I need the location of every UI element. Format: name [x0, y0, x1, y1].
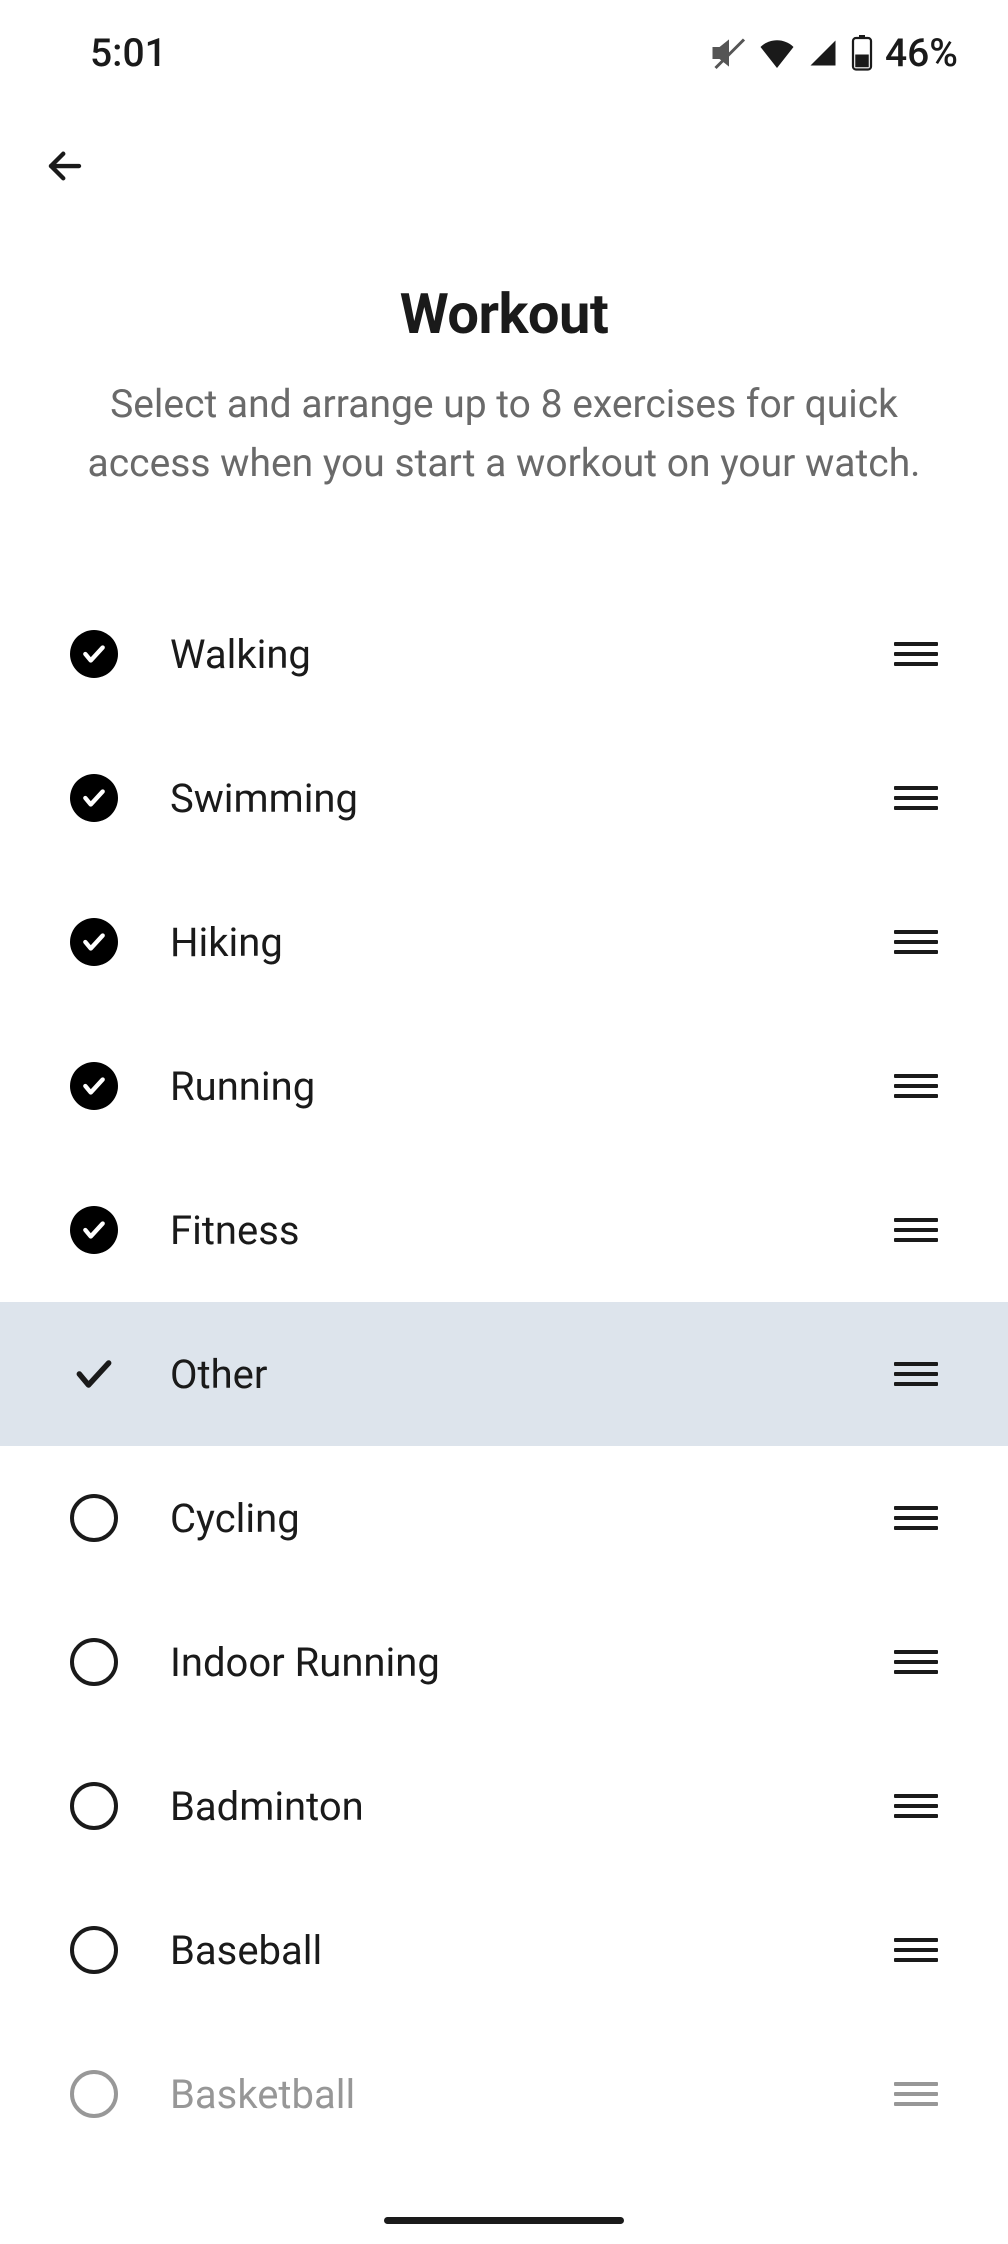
exercise-label: Fitness — [170, 1207, 894, 1254]
page-title: Workout — [70, 281, 938, 347]
exercise-checkbox[interactable] — [70, 1782, 170, 1830]
exercise-checkbox[interactable] — [70, 1350, 170, 1398]
exercise-item[interactable]: Other — [0, 1302, 1008, 1446]
drag-handle-icon[interactable] — [894, 2082, 938, 2106]
exercise-label: Other — [170, 1351, 894, 1398]
drag-handle-icon[interactable] — [894, 1506, 938, 1530]
drag-handle-icon[interactable] — [894, 1362, 938, 1386]
exercise-label: Hiking — [170, 919, 894, 966]
exercise-label: Running — [170, 1063, 894, 1110]
drag-handle-icon[interactable] — [894, 642, 938, 666]
battery-text: 46% — [885, 30, 958, 76]
exercise-checkbox[interactable] — [70, 2070, 170, 2118]
exercise-item[interactable]: Indoor Running — [0, 1590, 1008, 1734]
header: Workout Select and arrange up to 8 exerc… — [0, 211, 1008, 492]
check-circle-filled-icon — [70, 630, 118, 678]
signal-icon — [807, 38, 839, 68]
check-circle-filled-icon — [70, 1062, 118, 1110]
drag-handle-icon[interactable] — [894, 786, 938, 810]
exercise-list: Walking Swimming Hiking Running Fitness Other… — [0, 582, 1008, 2166]
home-indicator — [384, 2217, 624, 2224]
exercise-item[interactable]: Badminton — [0, 1734, 1008, 1878]
check-circle-empty-icon — [70, 1782, 118, 1830]
exercise-label: Baseball — [170, 1927, 894, 1974]
check-circle-empty-icon — [70, 2070, 118, 2118]
drag-handle-icon[interactable] — [894, 1218, 938, 1242]
exercise-item[interactable]: Swimming — [0, 726, 1008, 870]
back-button[interactable] — [40, 141, 90, 191]
exercise-item[interactable]: Cycling — [0, 1446, 1008, 1590]
drag-handle-icon[interactable] — [894, 1650, 938, 1674]
exercise-checkbox[interactable] — [70, 630, 170, 678]
exercise-label: Basketball — [170, 2071, 894, 2118]
drag-handle-icon[interactable] — [894, 1938, 938, 1962]
exercise-label: Swimming — [170, 775, 894, 822]
exercise-item[interactable]: Baseball — [0, 1878, 1008, 2022]
exercise-checkbox[interactable] — [70, 1926, 170, 1974]
status-right: 46% — [711, 30, 958, 76]
mute-icon — [711, 35, 747, 71]
wifi-icon — [759, 38, 795, 68]
exercise-checkbox[interactable] — [70, 1062, 170, 1110]
drag-handle-icon[interactable] — [894, 930, 938, 954]
check-circle-filled-icon — [70, 918, 118, 966]
check-circle-filled-icon — [70, 774, 118, 822]
exercise-checkbox[interactable] — [70, 1638, 170, 1686]
toolbar — [0, 96, 1008, 211]
exercise-checkbox[interactable] — [70, 1494, 170, 1542]
exercise-label: Indoor Running — [170, 1639, 894, 1686]
exercise-label: Walking — [170, 631, 894, 678]
exercise-label: Cycling — [170, 1495, 894, 1542]
exercise-label: Badminton — [170, 1783, 894, 1830]
page-subtitle: Select and arrange up to 8 exercises for… — [70, 375, 938, 492]
drag-handle-icon[interactable] — [894, 1794, 938, 1818]
check-circle-filled-icon — [70, 1206, 118, 1254]
exercise-item[interactable]: Running — [0, 1014, 1008, 1158]
exercise-item[interactable]: Fitness — [0, 1158, 1008, 1302]
check-circle-empty-icon — [70, 1638, 118, 1686]
status-time: 5:01 — [90, 30, 167, 76]
exercise-item[interactable]: Walking — [0, 582, 1008, 726]
check-circle-empty-icon — [70, 1926, 118, 1974]
check-icon — [70, 1350, 118, 1398]
exercise-checkbox[interactable] — [70, 918, 170, 966]
status-bar: 5:01 46% — [0, 0, 1008, 96]
exercise-item[interactable]: Basketball — [0, 2022, 1008, 2166]
exercise-checkbox[interactable] — [70, 774, 170, 822]
drag-handle-icon[interactable] — [894, 1074, 938, 1098]
exercise-item[interactable]: Hiking — [0, 870, 1008, 1014]
battery-icon — [851, 35, 873, 71]
check-circle-empty-icon — [70, 1494, 118, 1542]
exercise-checkbox[interactable] — [70, 1206, 170, 1254]
